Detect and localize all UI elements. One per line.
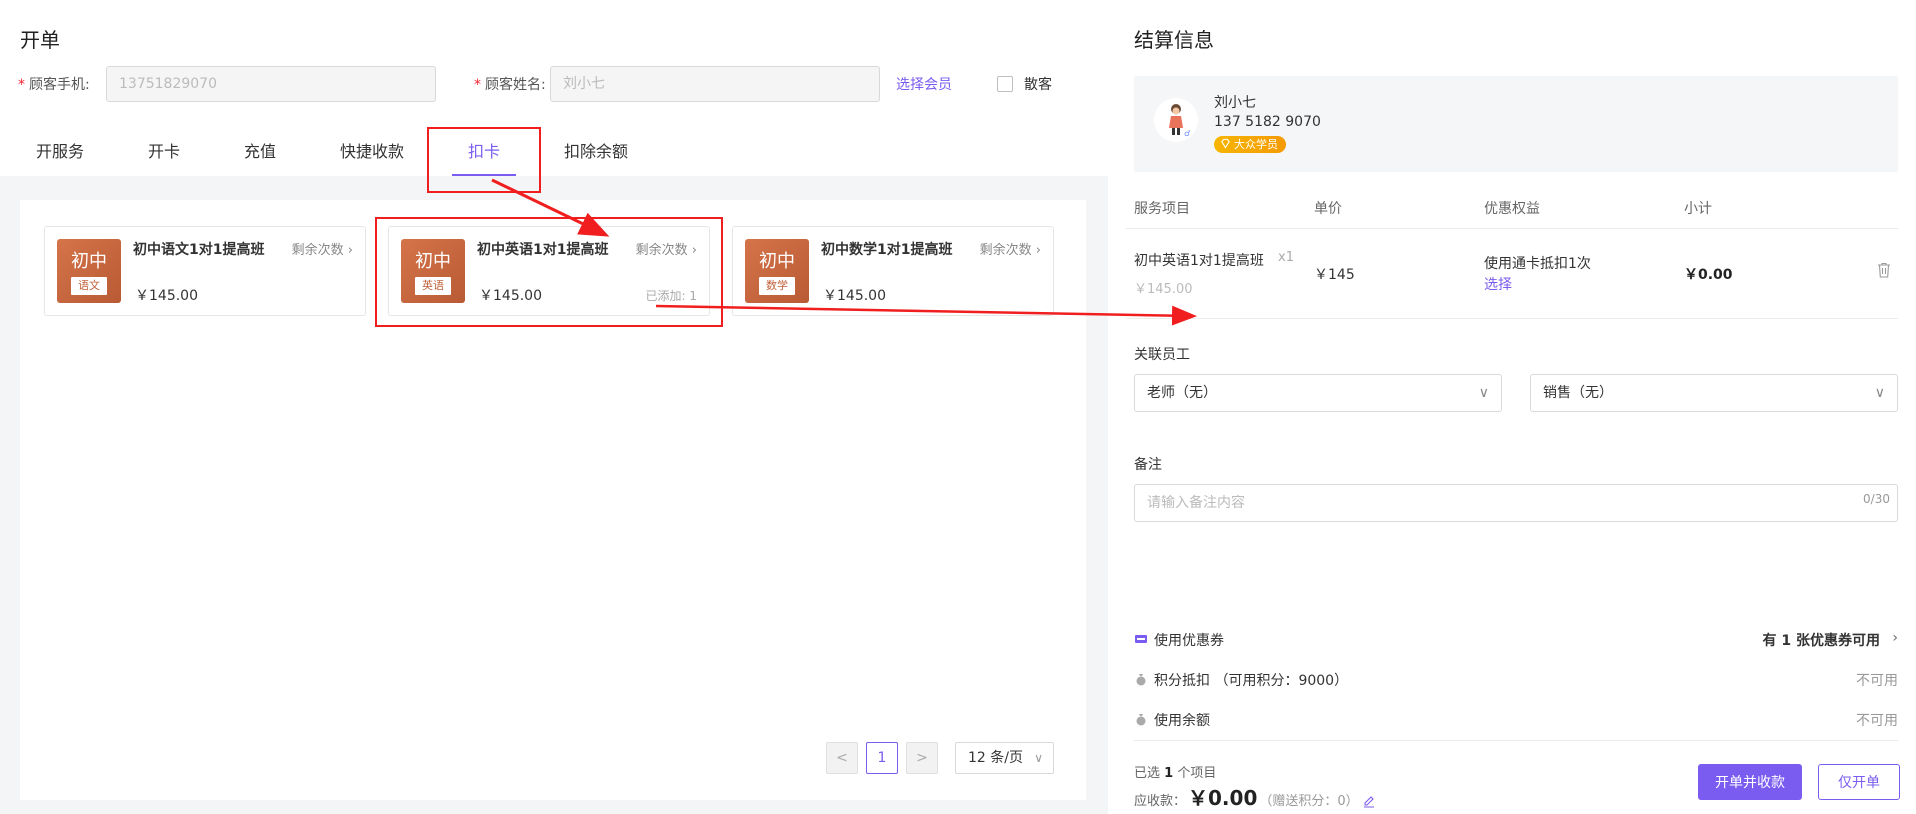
- balance-row: 使用余额 不可用: [1134, 710, 1898, 730]
- amount-due: 应收款： ￥0.00 （赠送积分：0）: [1134, 782, 1375, 811]
- service-original-price: ￥145.00: [1134, 282, 1193, 297]
- choose-benefit-link[interactable]: 选择: [1484, 274, 1512, 294]
- money-bag-icon: [1136, 714, 1146, 726]
- trash-icon[interactable]: [1877, 262, 1891, 278]
- walk-in-label: 散客: [1024, 77, 1052, 93]
- checkout-button[interactable]: 开单并收款: [1698, 764, 1802, 800]
- teacher-select[interactable]: 老师（无） ∨: [1134, 374, 1502, 412]
- chevron-right-icon: ›: [347, 243, 353, 258]
- edit-icon[interactable]: [1363, 795, 1375, 808]
- divider: [1126, 318, 1898, 319]
- next-page-button[interactable]: >: [906, 742, 938, 774]
- tab-quick-pay[interactable]: 快捷收款: [340, 138, 404, 162]
- remaining-count-link[interactable]: 剩余次数 ›: [292, 239, 353, 258]
- selected-count: 已选 1 个项目: [1134, 766, 1217, 781]
- phone-input[interactable]: 13751829070: [106, 66, 436, 102]
- remark-input[interactable]: [1134, 484, 1898, 522]
- page-title: 开单: [20, 28, 60, 52]
- chevron-down-icon: ∨: [1874, 385, 1885, 401]
- divider: [1126, 228, 1898, 229]
- tab-service[interactable]: 开服务: [36, 138, 84, 162]
- ticket-icon: [1135, 635, 1147, 643]
- settlement-panel: 结算信息 ♂ 刘小七 137 5182 9070 大众学员 服务项目 单价 优惠…: [1108, 0, 1916, 814]
- chevron-down-icon: ∨: [1478, 385, 1489, 401]
- remaining-count-link[interactable]: 剩余次数 ›: [636, 239, 697, 258]
- walk-in-checkbox[interactable]: [997, 76, 1013, 92]
- page-number-button[interactable]: 1: [866, 742, 898, 774]
- tab-recharge[interactable]: 充值: [244, 138, 276, 162]
- column-service: 服务项目: [1134, 201, 1190, 217]
- card-thumbnail: 初中 英语: [401, 239, 465, 303]
- order-only-button[interactable]: 仅开单: [1818, 764, 1900, 800]
- select-member-link[interactable]: 选择会员: [896, 74, 952, 94]
- column-price: 单价: [1314, 201, 1342, 217]
- name-label: * 顾客姓名:: [474, 77, 546, 93]
- card-price: ￥145.00: [823, 288, 886, 304]
- balance-unavailable: 不可用: [1856, 713, 1898, 729]
- member-info: ♂ 刘小七 137 5182 9070 大众学员: [1134, 76, 1898, 172]
- member-phone: 137 5182 9070: [1214, 114, 1321, 130]
- order-header: 开单 * 顾客手机: 13751829070 * 顾客姓名: 刘小七 选择会员 散客…: [0, 0, 1108, 176]
- service-qty: x1: [1278, 250, 1294, 265]
- member-level-badge: 大众学员: [1214, 136, 1286, 153]
- member-name: 刘小七: [1214, 95, 1256, 111]
- name-input[interactable]: 刘小七: [550, 66, 880, 102]
- gift-points: （赠送积分：0）: [1259, 794, 1359, 809]
- prev-page-button[interactable]: <: [826, 742, 858, 774]
- chevron-right-icon: ›: [1035, 243, 1041, 258]
- diamond-icon: [1221, 138, 1230, 149]
- remark-char-count: 0/30: [1863, 492, 1890, 506]
- order-panel: 开单 * 顾客手机: 13751829070 * 顾客姓名: 刘小七 选择会员 散客…: [0, 0, 1108, 814]
- column-benefit: 优惠权益: [1484, 201, 1540, 217]
- money-bag-icon: [1136, 674, 1146, 686]
- service-price: ￥145: [1314, 267, 1355, 283]
- service-subtotal: ￥0.00: [1684, 267, 1733, 283]
- coupon-row[interactable]: 使用优惠券 有 1 张优惠券可用 ›: [1134, 630, 1898, 650]
- staff-label: 关联员工: [1134, 347, 1190, 363]
- card-price: ￥145.00: [135, 288, 198, 304]
- points-row: 积分抵扣 （可用积分：9000） 不可用: [1134, 670, 1898, 690]
- avatar: ♂: [1154, 98, 1198, 142]
- due-amount: ￥0.00: [1188, 786, 1258, 810]
- settlement-title: 结算信息: [1134, 28, 1214, 52]
- card-list: 初中 语文 初中语文1对1提高班 剩余次数 › ￥145.00 初中 英语 初中…: [20, 200, 1086, 800]
- tab-deduct-card[interactable]: 扣卡: [468, 138, 500, 162]
- page-size-select[interactable]: 12 条/页 ∨: [955, 742, 1054, 774]
- card-item-chinese[interactable]: 初中 语文 初中语文1对1提高班 剩余次数 › ￥145.00: [44, 226, 366, 316]
- tab-card[interactable]: 开卡: [148, 138, 180, 162]
- active-tab-indicator: [452, 174, 516, 176]
- chevron-right-icon: ›: [1892, 630, 1898, 646]
- service-benefit: 使用通卡抵扣1次: [1484, 256, 1591, 272]
- card-name: 初中语文1对1提高班: [133, 242, 265, 258]
- column-subtotal: 小计: [1684, 201, 1712, 217]
- added-count: 已添加: 1: [645, 289, 698, 303]
- tab-deduct-balance[interactable]: 扣除余额: [564, 138, 628, 162]
- service-name: 初中英语1对1提高班: [1134, 253, 1264, 269]
- remaining-count-link[interactable]: 剩余次数 ›: [980, 239, 1041, 258]
- divider: [1134, 740, 1898, 741]
- card-thumbnail: 初中 语文: [57, 239, 121, 303]
- svg-text:♂: ♂: [1184, 129, 1190, 138]
- card-price: ￥145.00: [479, 288, 542, 304]
- chevron-down-icon: ∨: [1034, 751, 1043, 765]
- card-item-english[interactable]: 初中 英语 初中英语1对1提高班 剩余次数 › ￥145.00 已添加: 1: [388, 226, 710, 316]
- chevron-right-icon: ›: [691, 243, 697, 258]
- card-name: 初中英语1对1提高班: [477, 242, 609, 258]
- phone-label: * 顾客手机:: [18, 77, 90, 93]
- remark-label: 备注: [1134, 457, 1162, 473]
- card-name: 初中数学1对1提高班: [821, 242, 953, 258]
- points-unavailable: 不可用: [1856, 673, 1898, 689]
- coupon-available: 有 1 张优惠券可用: [1762, 633, 1881, 649]
- card-item-math[interactable]: 初中 数学 初中数学1对1提高班 剩余次数 › ￥145.00: [732, 226, 1054, 316]
- card-thumbnail: 初中 数学: [745, 239, 809, 303]
- sales-select[interactable]: 销售（无） ∨: [1530, 374, 1898, 412]
